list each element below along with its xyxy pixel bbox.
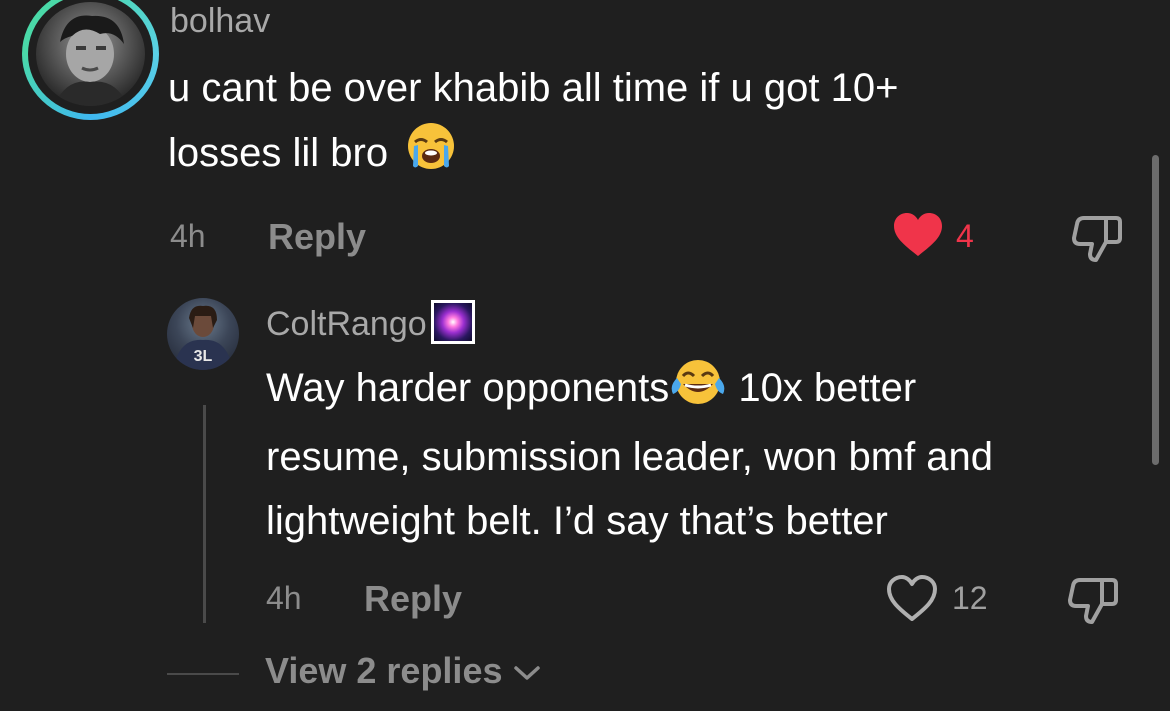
thumbs-down-icon[interactable]	[1072, 212, 1124, 269]
reply-avatar-photo: 3L	[173, 305, 233, 370]
heart-outline-icon[interactable]	[886, 575, 938, 628]
comments-screen: bolhav u cant be over khabib all time if…	[0, 0, 1170, 711]
comment-username[interactable]: bolhav	[170, 2, 270, 41]
heart-filled-icon[interactable]	[892, 212, 944, 263]
scrollbar[interactable]	[1152, 155, 1159, 465]
svg-text:3L: 3L	[194, 348, 213, 365]
fireworks-icon	[430, 300, 475, 344]
comment-text-line2: losses lil bro	[168, 131, 389, 176]
reply-like-count: 12	[952, 580, 988, 616]
view-replies-label: View 2 replies	[265, 650, 503, 691]
reply-text-line1b: 10x better	[727, 366, 917, 411]
story-ring[interactable]	[22, 0, 159, 120]
reply-text: Way harder opponents 10x better resume, …	[266, 356, 993, 553]
thread-line	[203, 405, 206, 623]
comment-like-count: 4	[956, 218, 974, 254]
reply-reply-button[interactable]: Reply	[364, 578, 462, 620]
avatar-photo	[54, 15, 128, 106]
comment-timestamp: 4h	[170, 218, 206, 254]
comment-reply-button[interactable]: Reply	[268, 216, 366, 258]
comment-text: u cant be over khabib all time if u got …	[168, 56, 898, 191]
thumbs-down-icon[interactable]	[1068, 574, 1120, 631]
loudly-crying-face-icon	[405, 120, 457, 191]
reply-timestamp: 4h	[266, 580, 302, 616]
reply-username[interactable]: ColtRango	[266, 300, 475, 348]
reply-avatar[interactable]: 3L	[167, 298, 239, 370]
chevron-down-icon	[513, 650, 541, 692]
reply-username-text: ColtRango	[266, 304, 427, 343]
view-replies-button[interactable]: View 2 replies	[265, 650, 541, 694]
avatar[interactable]	[36, 2, 145, 106]
face-with-tears-of-joy-icon	[669, 356, 727, 425]
reply-text-line2: resume, submission leader, won bmf and	[266, 435, 994, 479]
reply-text-line3: lightweight belt. I’d say that’s better	[266, 499, 888, 543]
reply-text-line1a: Way harder opponents	[266, 366, 670, 411]
comment-text-line1: u cant be over khabib all time if u got …	[168, 66, 899, 110]
view-replies-divider	[167, 673, 239, 675]
